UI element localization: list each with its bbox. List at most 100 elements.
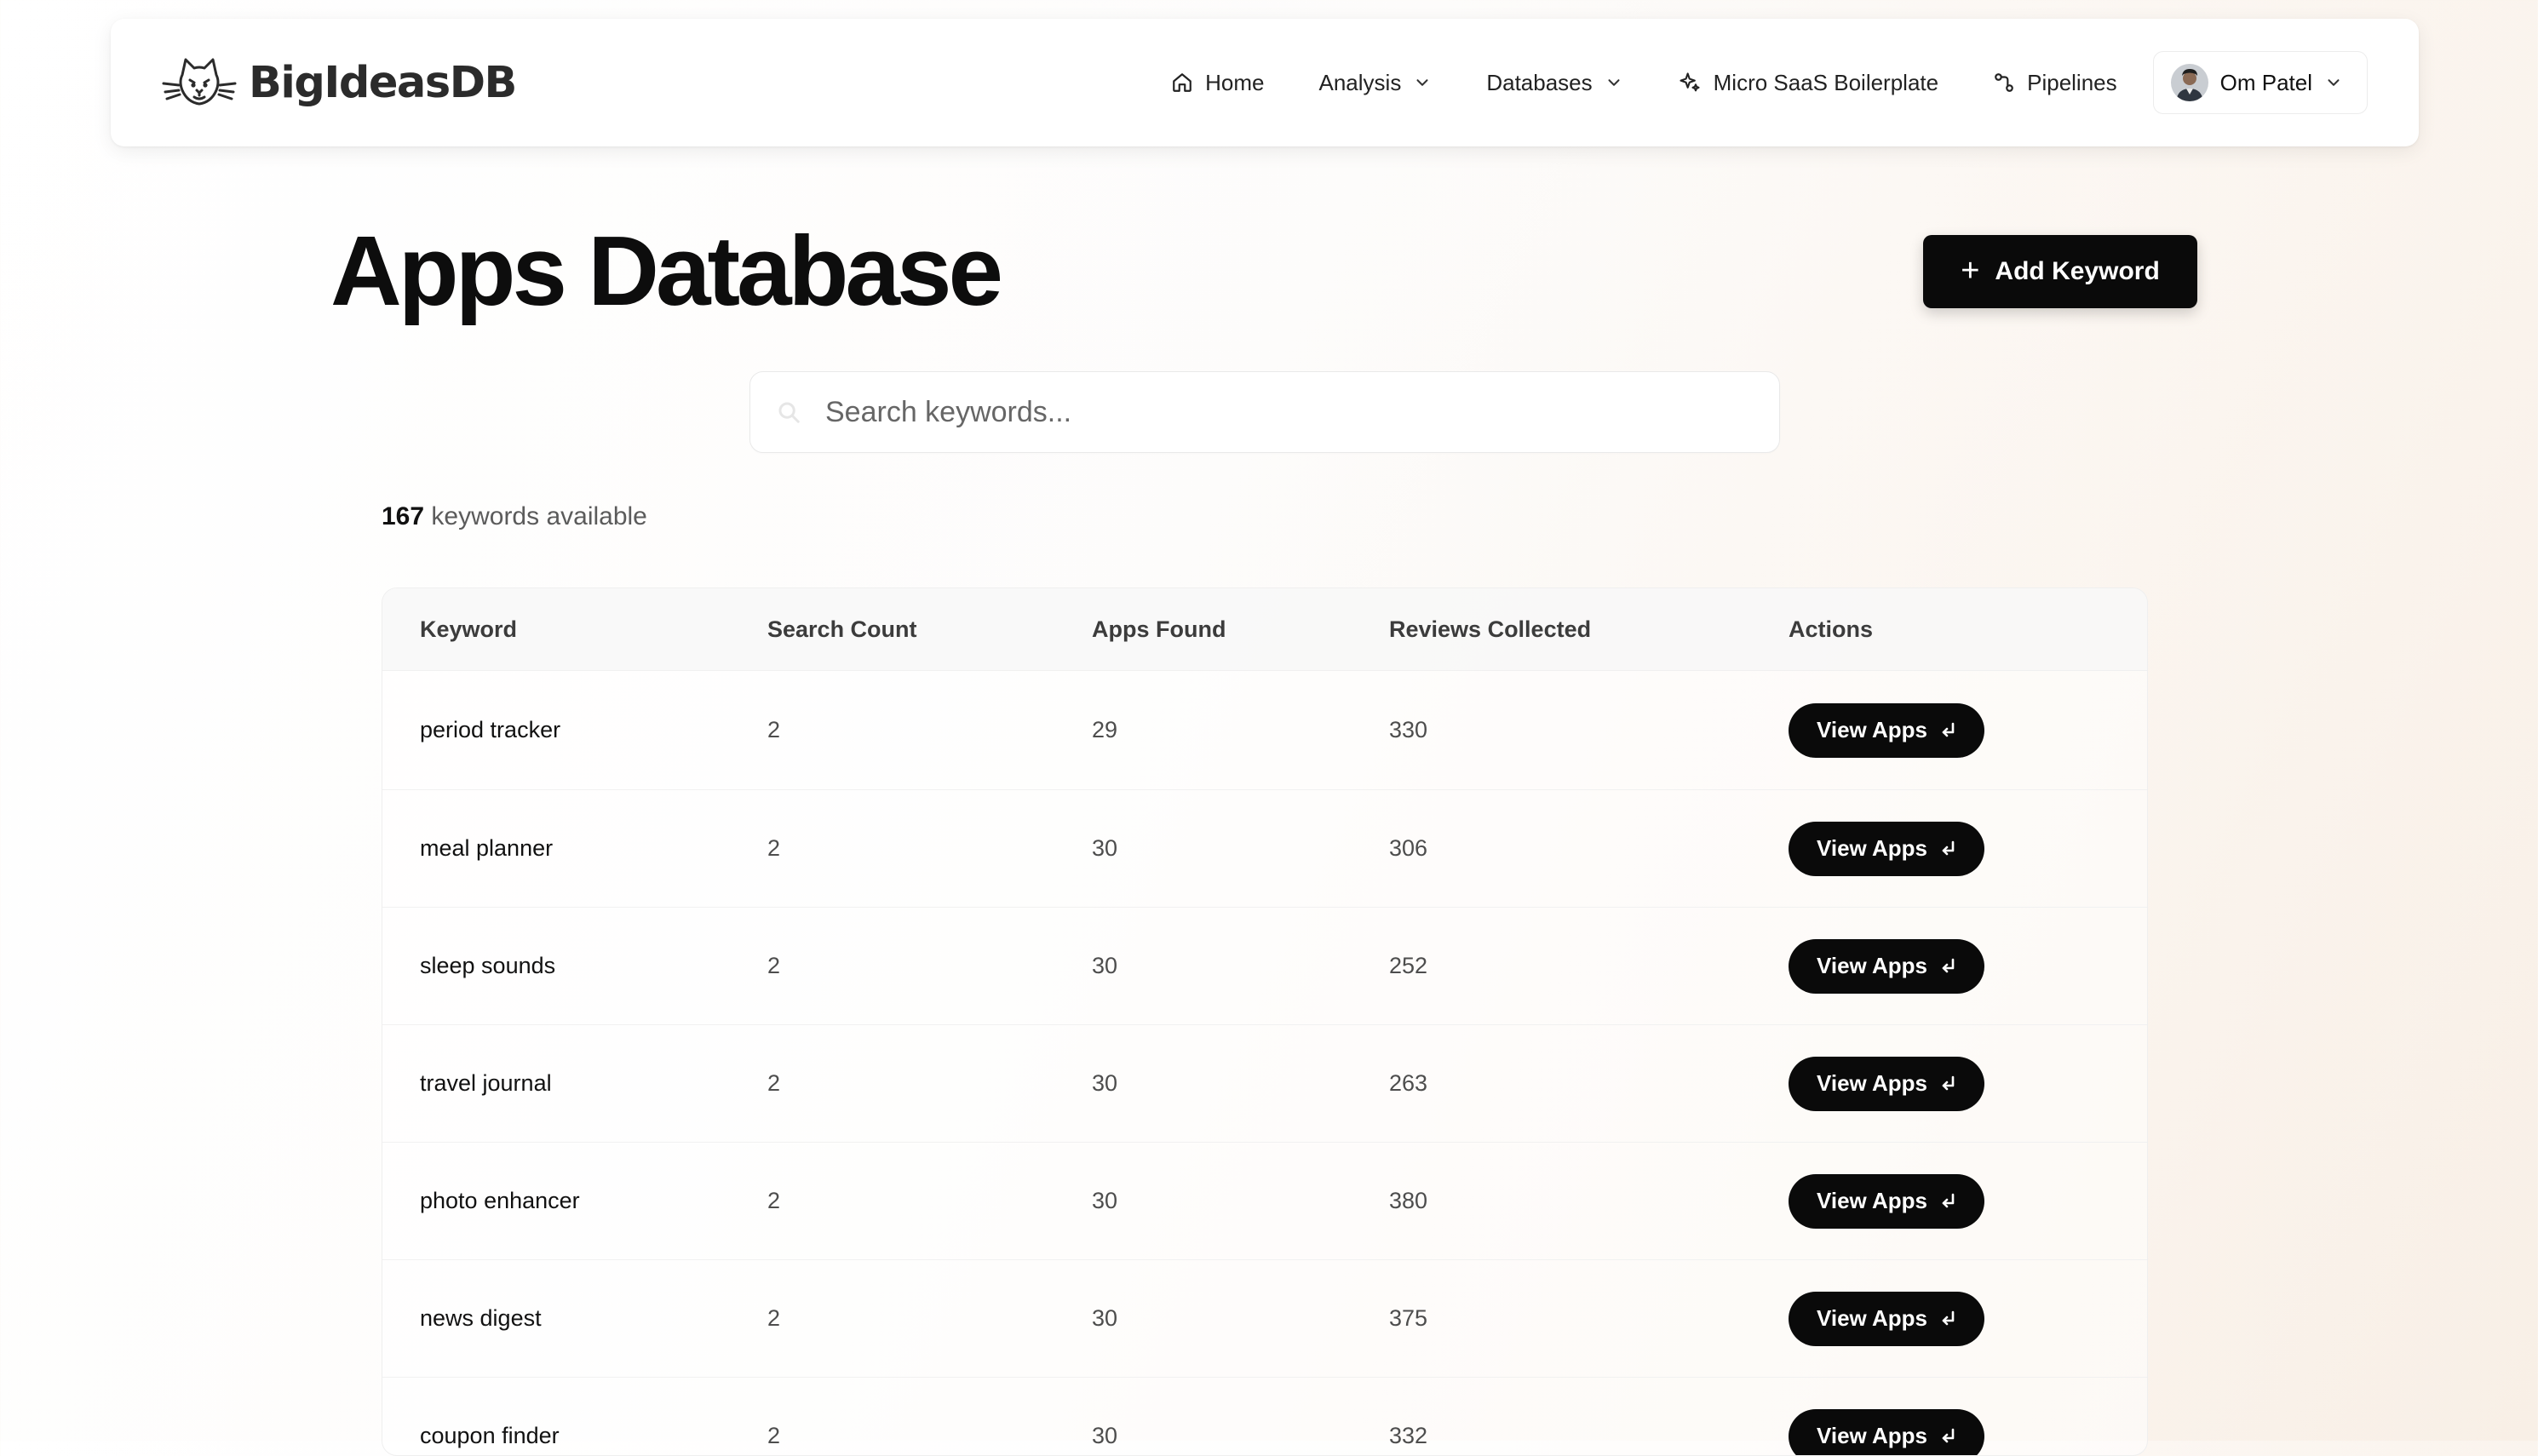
reviews-collected-cell: 380 (1389, 1188, 1789, 1214)
actions-cell: View Apps (1789, 703, 2146, 758)
column-header-search-count: Search Count (767, 616, 1092, 643)
view-apps-label: View Apps (1817, 835, 1927, 862)
nav-item-label: Pipelines (2027, 70, 2117, 96)
view-apps-button[interactable]: View Apps (1789, 1409, 1984, 1456)
column-header-actions: Actions (1789, 616, 2146, 643)
apps-found-cell: 30 (1092, 1188, 1389, 1214)
avatar (2171, 64, 2208, 101)
add-keyword-label: Add Keyword (1995, 257, 2159, 286)
user-name: Om Patel (2220, 70, 2312, 96)
page-title: Apps Database (330, 215, 1000, 327)
keyword-cell: sleep sounds (382, 953, 767, 979)
search-icon (776, 399, 801, 425)
actions-cell: View Apps (1789, 822, 2146, 876)
search-count-cell: 2 (767, 953, 1092, 979)
top-navbar: BigIdeasDB Home Analysis Databases (111, 19, 2419, 146)
pipeline-icon (1993, 72, 2015, 94)
nav-item-label: Databases (1486, 70, 1592, 96)
view-apps-label: View Apps (1817, 953, 1927, 979)
actions-cell: View Apps (1789, 1292, 2146, 1346)
arrow-return-icon (1941, 722, 1956, 739)
home-icon (1171, 72, 1193, 94)
view-apps-button[interactable]: View Apps (1789, 1292, 1984, 1346)
apps-found-cell: 29 (1092, 717, 1389, 743)
view-apps-label: View Apps (1817, 1305, 1927, 1332)
table-header: Keyword Search Count Apps Found Reviews … (382, 588, 2147, 671)
arrow-return-icon (1941, 840, 1956, 857)
view-apps-label: View Apps (1817, 717, 1927, 743)
nav-item-pipelines[interactable]: Pipelines (1993, 70, 2117, 96)
view-apps-button[interactable]: View Apps (1789, 703, 1984, 758)
search-count-cell: 2 (767, 1305, 1092, 1332)
user-menu[interactable]: Om Patel (2153, 51, 2368, 114)
reviews-collected-cell: 332 (1389, 1423, 1789, 1449)
table-body: period tracker 2 29 330 View Apps meal p… (382, 671, 2147, 1456)
keyword-count: 167 keywords available (382, 502, 647, 531)
reviews-collected-cell: 263 (1389, 1070, 1789, 1097)
chevron-down-icon (1413, 73, 1432, 92)
apps-found-cell: 30 (1092, 1305, 1389, 1332)
nav-links: Home Analysis Databases Micro SaaS Boile… (1171, 48, 2368, 118)
view-apps-button[interactable]: View Apps (1789, 822, 1984, 876)
apps-found-cell: 30 (1092, 835, 1389, 862)
table-row: travel journal 2 30 263 View Apps (382, 1025, 2147, 1143)
nav-item-analysis[interactable]: Analysis (1319, 70, 1433, 96)
view-apps-button[interactable]: View Apps (1789, 939, 1984, 994)
search-count-cell: 2 (767, 1070, 1092, 1097)
keyword-count-label: keywords available (431, 502, 646, 530)
chevron-down-icon (1605, 73, 1623, 92)
view-apps-label: View Apps (1817, 1070, 1927, 1097)
arrow-return-icon (1941, 1428, 1956, 1445)
view-apps-button[interactable]: View Apps (1789, 1174, 1984, 1229)
reviews-collected-cell: 252 (1389, 953, 1789, 979)
view-apps-button[interactable]: View Apps (1789, 1057, 1984, 1111)
chevron-down-icon (2324, 73, 2343, 92)
nav-item-label: Analysis (1319, 70, 1402, 96)
arrow-return-icon (1941, 1310, 1956, 1327)
brand-name: BigIdeasDB (249, 58, 516, 108)
nav-item-databases[interactable]: Databases (1486, 70, 1622, 96)
actions-cell: View Apps (1789, 939, 2146, 994)
actions-cell: View Apps (1789, 1057, 2146, 1111)
search-count-cell: 2 (767, 717, 1092, 743)
arrow-return-icon (1941, 1075, 1956, 1092)
apps-found-cell: 30 (1092, 1070, 1389, 1097)
search-count-cell: 2 (767, 1423, 1092, 1449)
arrow-return-icon (1941, 958, 1956, 975)
add-keyword-button[interactable]: + Add Keyword (1923, 235, 2197, 308)
nav-item-label: Micro SaaS Boilerplate (1714, 70, 1938, 96)
search-count-cell: 2 (767, 1188, 1092, 1214)
actions-cell: View Apps (1789, 1409, 2146, 1456)
actions-cell: View Apps (1789, 1174, 2146, 1229)
apps-found-cell: 30 (1092, 953, 1389, 979)
keyword-cell: coupon finder (382, 1423, 767, 1449)
view-apps-label: View Apps (1817, 1188, 1927, 1214)
column-header-reviews-collected: Reviews Collected (1389, 616, 1789, 643)
column-header-apps-found: Apps Found (1092, 616, 1389, 643)
sparkle-icon (1678, 71, 1702, 95)
nav-item-label: Home (1205, 70, 1264, 96)
keyword-cell: travel journal (382, 1070, 767, 1097)
search-count-cell: 2 (767, 835, 1092, 862)
brand[interactable]: BigIdeasDB (162, 51, 516, 114)
nav-item-home[interactable]: Home (1171, 70, 1264, 96)
reviews-collected-cell: 375 (1389, 1305, 1789, 1332)
keywords-table: Keyword Search Count Apps Found Reviews … (382, 588, 2148, 1456)
arrow-return-icon (1941, 1193, 1956, 1210)
table-row: meal planner 2 30 306 View Apps (382, 790, 2147, 908)
column-header-keyword: Keyword (382, 616, 767, 643)
table-row: sleep sounds 2 30 252 View Apps (382, 908, 2147, 1025)
nav-item-micro-saas-boilerplate[interactable]: Micro SaaS Boilerplate (1678, 70, 1938, 96)
search-bar[interactable] (749, 371, 1780, 453)
keyword-count-number: 167 (382, 502, 424, 530)
keyword-cell: period tracker (382, 717, 767, 743)
view-apps-label: View Apps (1817, 1423, 1927, 1449)
apps-found-cell: 30 (1092, 1423, 1389, 1449)
table-row: news digest 2 30 375 View Apps (382, 1260, 2147, 1378)
keyword-cell: news digest (382, 1305, 767, 1332)
keyword-cell: photo enhancer (382, 1188, 767, 1214)
search-input[interactable] (824, 371, 1779, 453)
table-row: period tracker 2 29 330 View Apps (382, 671, 2147, 790)
reviews-collected-cell: 306 (1389, 835, 1789, 862)
keyword-cell: meal planner (382, 835, 767, 862)
